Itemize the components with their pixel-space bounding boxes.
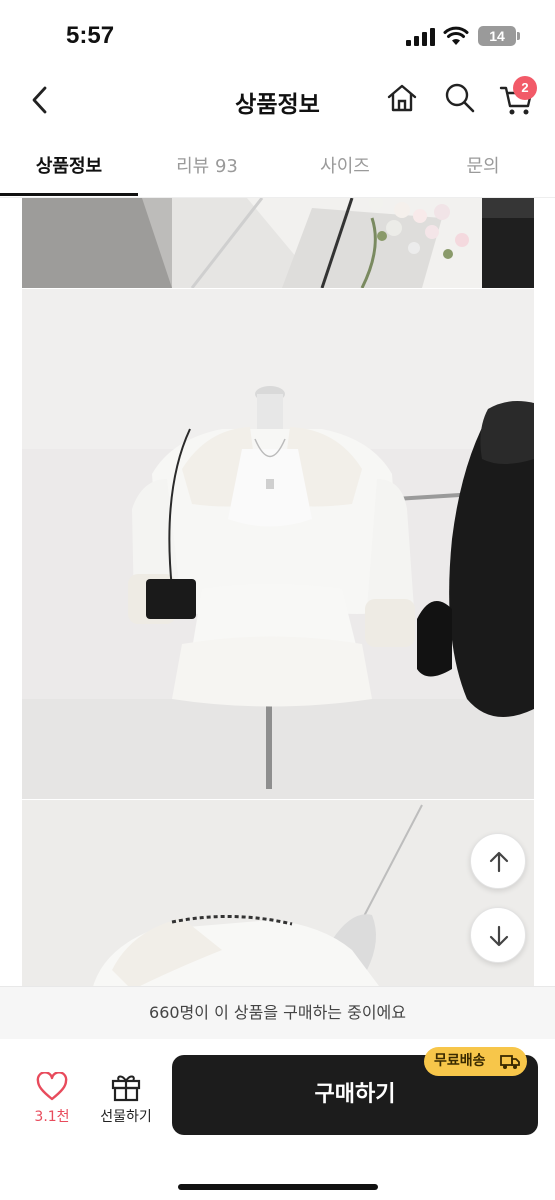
like-button[interactable]: 3.1천 [26,1072,78,1132]
product-image-1 [22,198,534,288]
arrow-up-icon [489,851,509,873]
tab-inquiry[interactable]: 문의 [414,152,552,178]
purchase-notice: 660명이 이 상품을 구매하는 중이에요 [0,987,555,1039]
tab-bar: 상품정보 리뷰 93 사이즈 문의 [0,140,555,198]
battery-icon: 14 [478,26,520,46]
scroll-down-button[interactable] [470,907,526,963]
status-time: 5:57 [66,22,115,49]
cart-count-badge: 2 [513,76,537,100]
product-image-3 [22,800,534,990]
home-indicator [178,1184,378,1190]
tab-size[interactable]: 사이즈 [276,152,414,178]
heart-icon [36,1072,68,1101]
gift-label: 선물하기 [100,1109,152,1125]
header: 상품정보 [0,70,555,130]
product-image-2 [22,289,534,799]
gift-icon [111,1075,141,1102]
tab-product-info[interactable]: 상품정보 [0,152,138,178]
arrow-down-icon [489,925,509,947]
truck-icon [500,1055,520,1069]
active-tab-indicator [0,193,138,196]
gift-button[interactable]: 선물하기 [92,1072,160,1132]
bottom-purchase-bar: 660명이 이 상품을 구매하는 중이에요 3.1천 선물하기 구매하기 무료배… [0,986,555,1200]
free-shipping-label: 무료배송 [434,1053,486,1069]
scroll-up-button[interactable] [470,833,526,889]
wifi-icon [443,26,469,45]
tab-reviews[interactable]: 리뷰 93 [138,152,276,178]
free-shipping-badge: 무료배송 [424,1047,527,1076]
signal-icon [406,28,436,46]
search-icon[interactable] [442,80,478,116]
like-count: 3.1천 [34,1109,70,1125]
home-icon[interactable] [384,80,420,116]
status-bar: 5:57 14 [0,0,555,70]
